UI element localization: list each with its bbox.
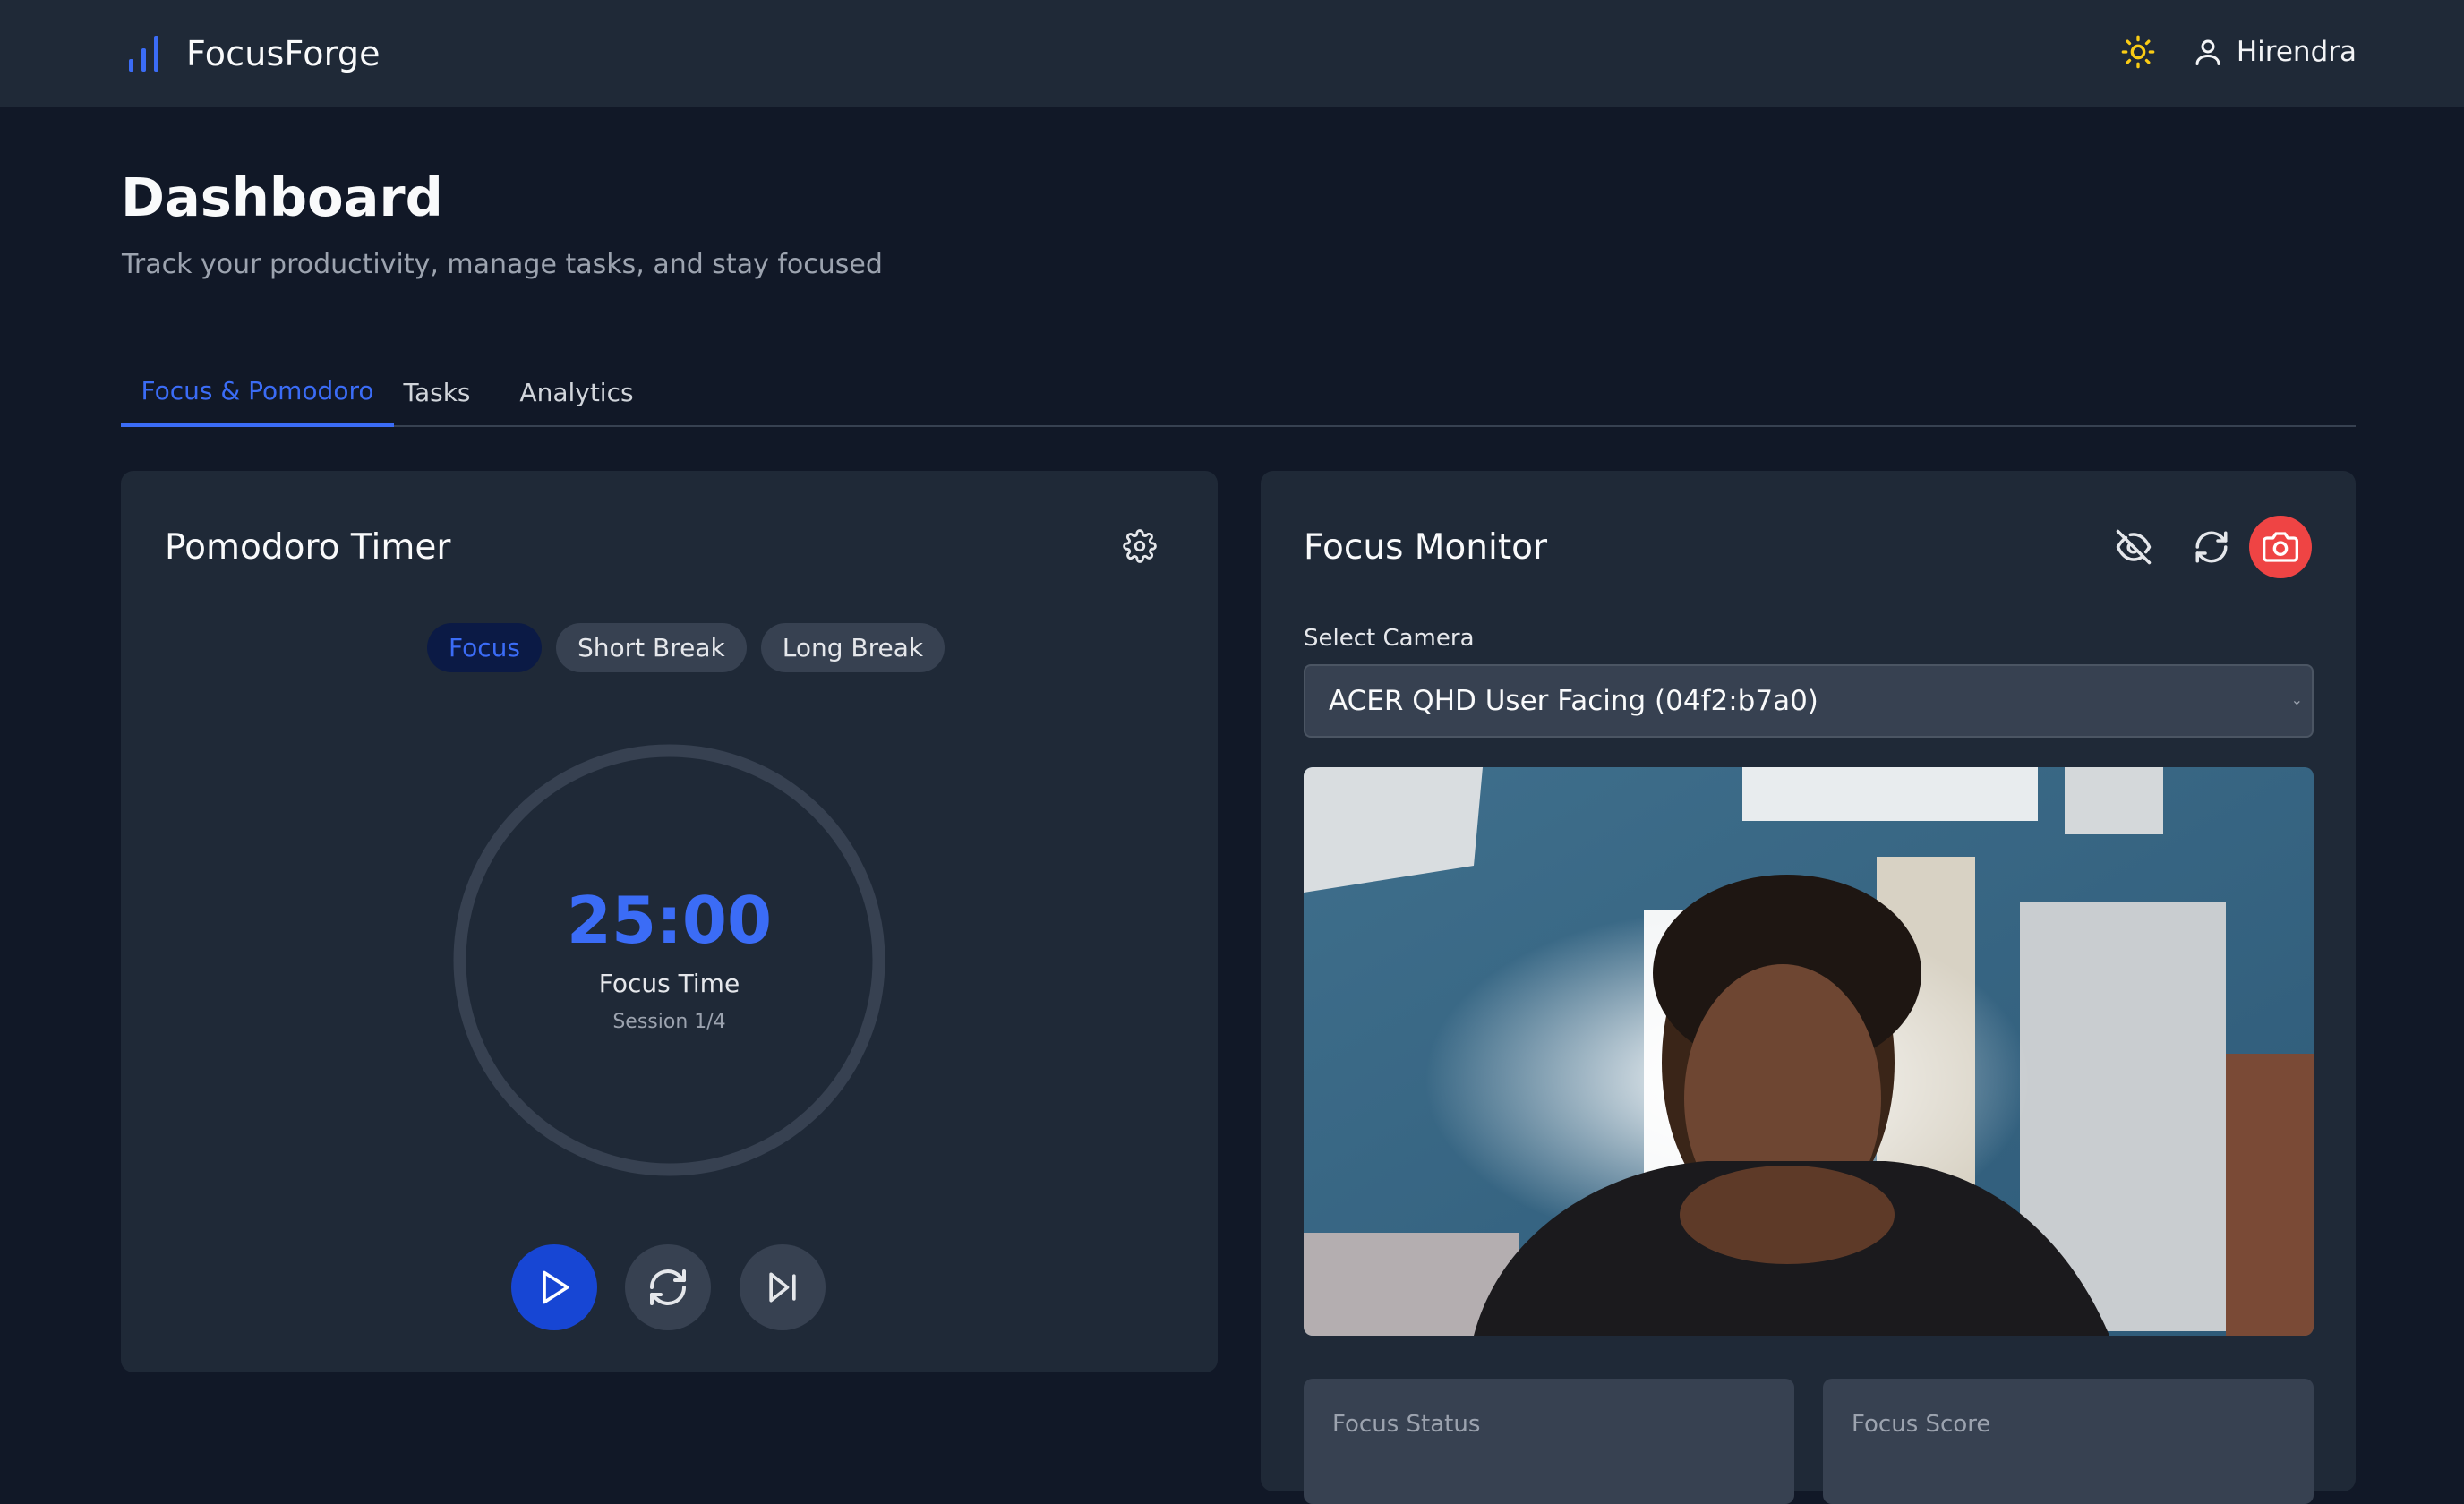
reset-timer-button[interactable] [625,1244,711,1330]
focus-score-card: Focus Score [1823,1379,2314,1504]
skip-forward-icon [769,1272,796,1303]
page-title: Dashboard [121,167,443,228]
user-icon [2195,39,2220,65]
bar-chart-icon [129,36,158,72]
play-icon [543,1270,569,1304]
webcam-image [1304,767,2314,1336]
focus-monitor-card: Focus Monitor Select Camera ACER QHD Use… [1261,471,2356,1504]
timer-mode-selector: Focus Short Break Long Break [427,623,959,672]
brand[interactable]: FocusForge [127,27,381,81]
refresh-camera-button[interactable] [2180,516,2243,578]
gear-icon [1123,529,1157,563]
skip-timer-button[interactable] [740,1244,826,1330]
camera-video-feed [1304,767,2314,1336]
mode-long-break-button[interactable]: Long Break [760,623,945,672]
tab-tasks[interactable]: Tasks [394,358,480,427]
theme-toggle-button[interactable] [2117,30,2160,73]
sun-icon [2121,35,2155,69]
page-subtitle: Track your productivity, manage tasks, a… [122,249,883,280]
timer-session-count: Session 1/4 [612,1011,726,1033]
nav-actions: Hirendra [2117,27,2357,77]
camera-select-label: Select Camera [1304,625,1475,652]
pomodoro-card: Pomodoro Timer Focus Short Break Long Br… [121,471,1218,1372]
timer-mode-label: Focus Time [598,969,740,998]
chevron-down-icon: ⌄ [2290,691,2303,708]
pomodoro-title: Pomodoro Timer [165,527,451,568]
user-name: Hirendra [2236,36,2357,68]
focus-score-label: Focus Score [1852,1411,1991,1438]
tab-analytics[interactable]: Analytics [510,358,643,427]
user-menu-button[interactable]: Hirendra [2192,35,2357,69]
timer-display: 25:00 [566,883,773,958]
refresh-icon [650,1269,686,1305]
focus-status-card: Focus Status [1304,1379,1794,1504]
timer-settings-button[interactable] [1120,526,1159,566]
mode-focus-button[interactable]: Focus [427,623,542,672]
camera-select-value: ACER QHD User Facing (04f2:b7a0) [1329,685,1818,717]
start-timer-button[interactable] [511,1244,597,1330]
refresh-icon [2195,531,2228,563]
tab-focus-pomodoro[interactable]: Focus & Pomodoro [121,358,394,427]
toggle-video-button[interactable] [2102,516,2165,578]
top-navbar: FocusForge Hirendra [0,0,2464,107]
focus-monitor-title: Focus Monitor [1304,527,1548,568]
camera-select[interactable]: ACER QHD User Facing (04f2:b7a0) ⌄ [1304,664,2314,738]
brand-name: FocusForge [186,34,381,73]
tab-bar: Focus & Pomodoro Tasks Analytics [121,358,2356,427]
mode-short-break-button[interactable]: Short Break [555,623,747,672]
timer-progress-ring [453,744,886,1176]
camera-toggle-button[interactable] [2249,516,2312,578]
camera-icon [2263,532,2298,562]
focus-status-label: Focus Status [1332,1411,1481,1438]
eye-off-icon [2116,529,2152,565]
